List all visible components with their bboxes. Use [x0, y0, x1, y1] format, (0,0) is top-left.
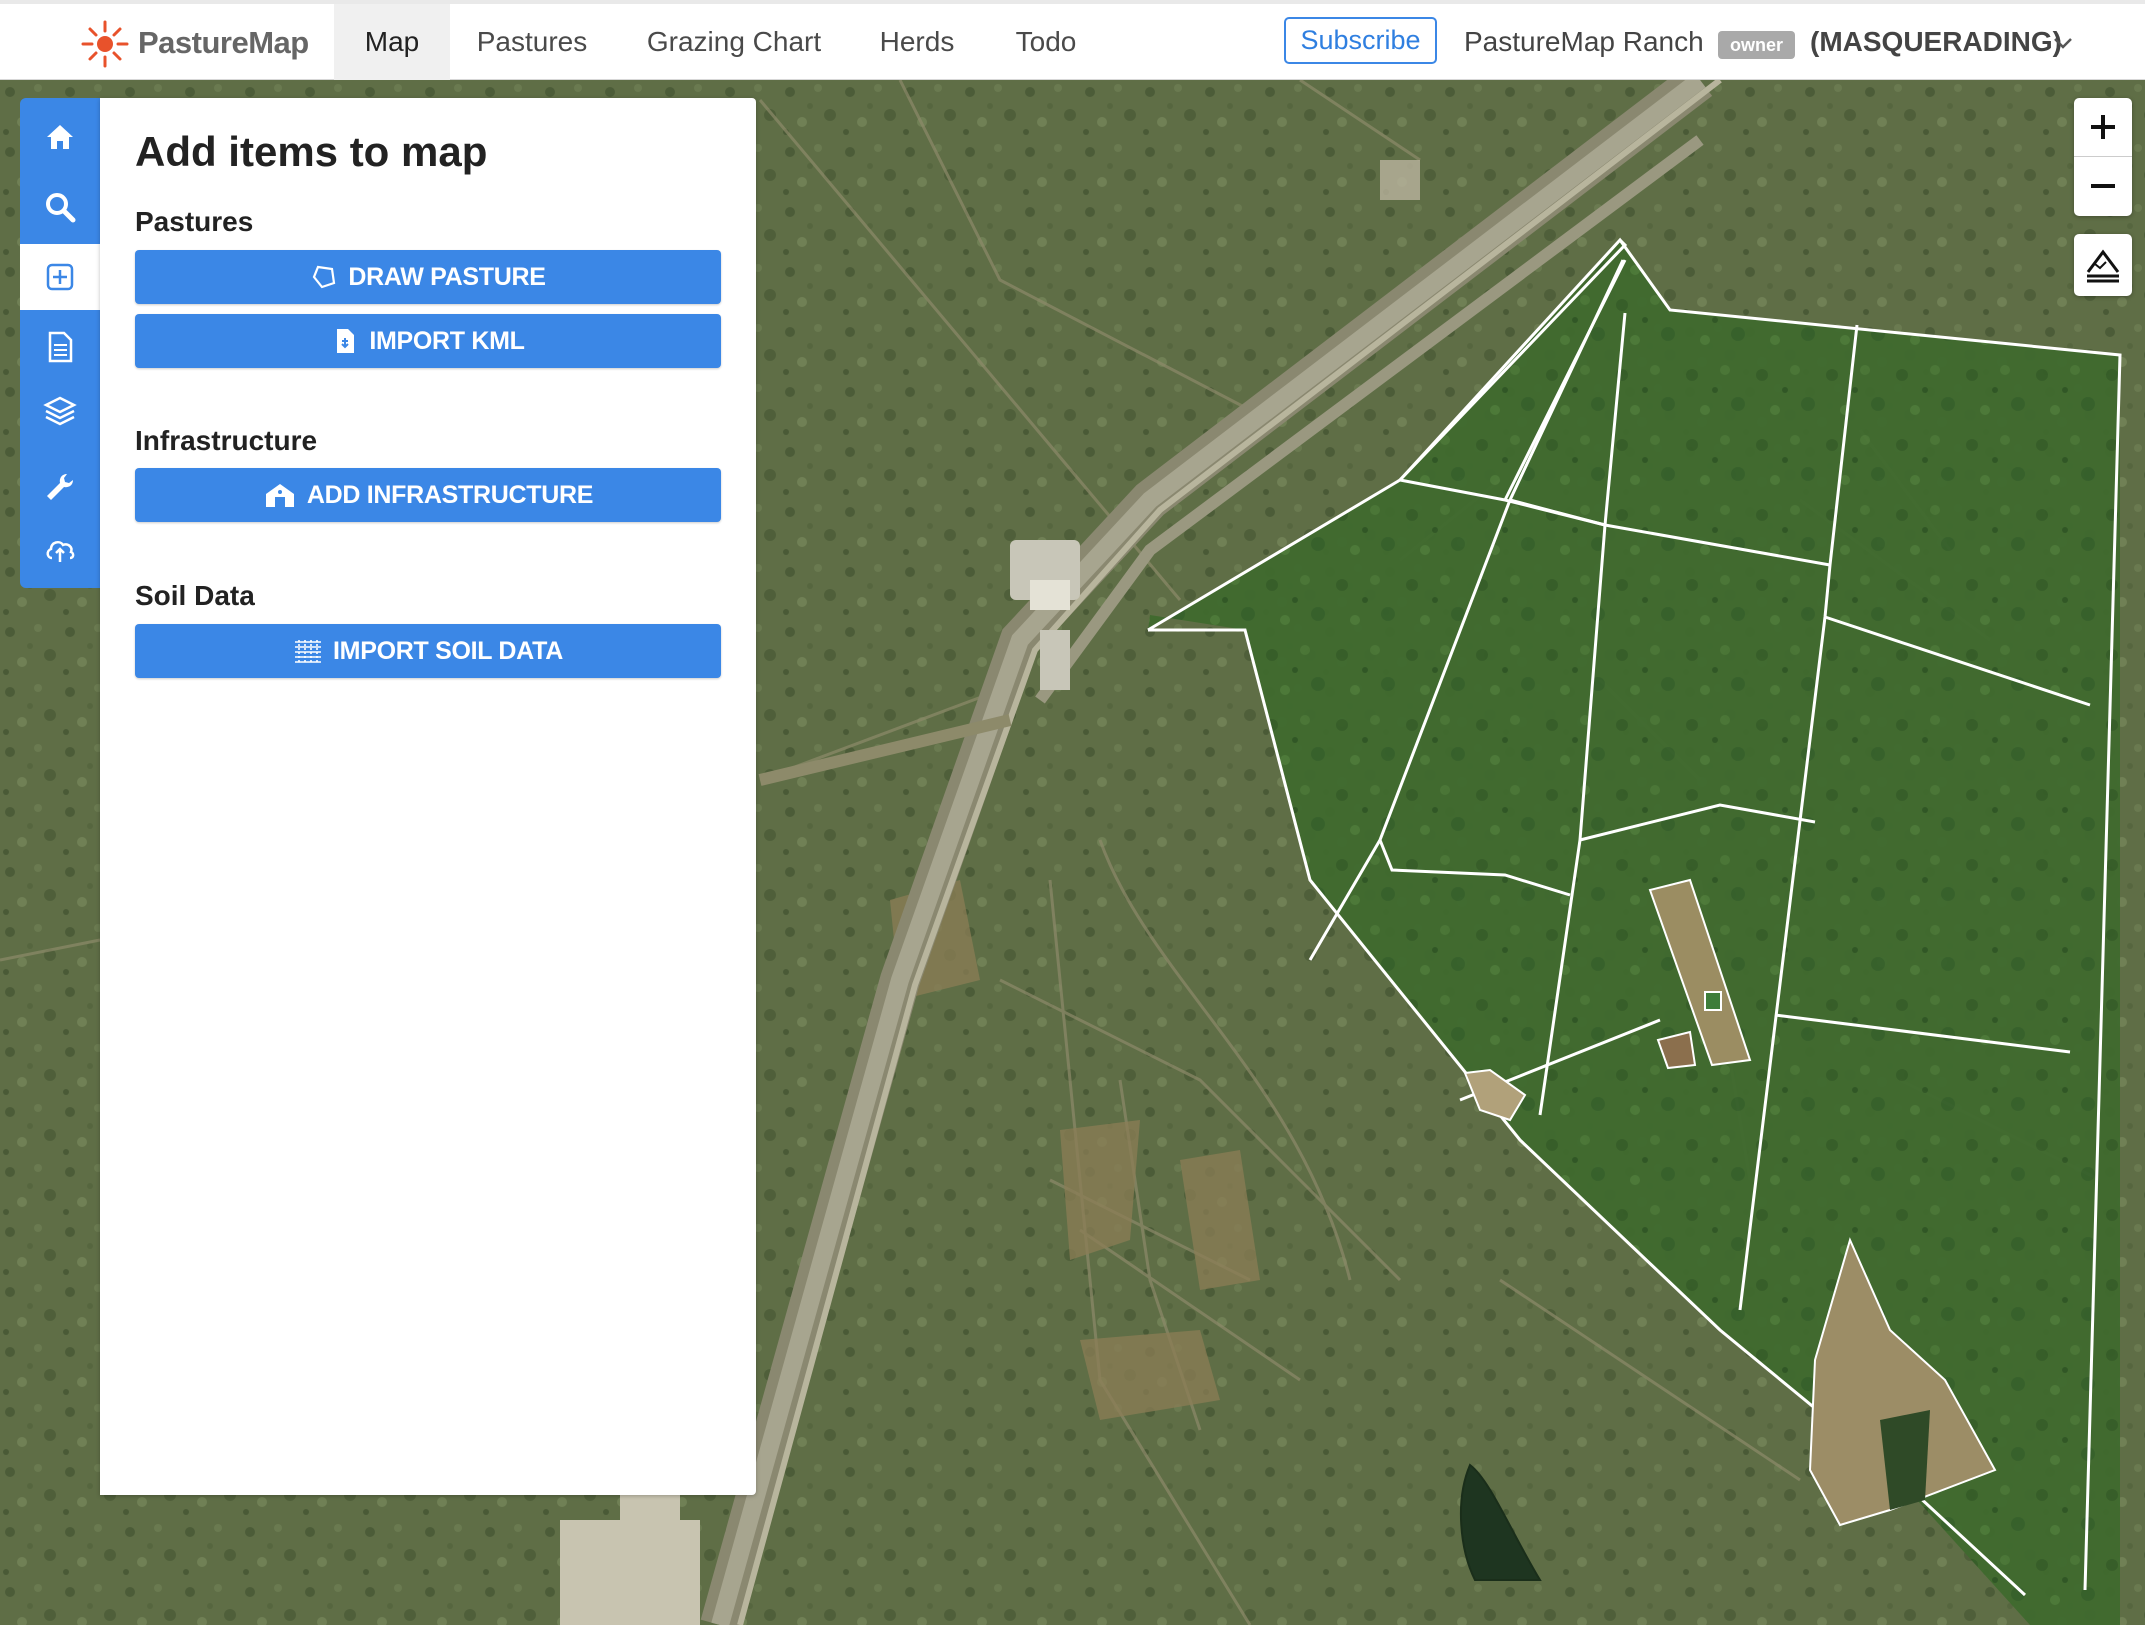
barn-icon [265, 484, 294, 507]
brand-name: PastureMap [138, 25, 309, 60]
search-icon [46, 193, 76, 223]
ranch-name[interactable]: PastureMap Ranch [1464, 4, 1704, 80]
document-icon [48, 331, 73, 363]
role-badge: owner [1718, 31, 1796, 59]
soil-data-heading: Soil Data [135, 580, 255, 611]
import-kml-button[interactable]: IMPORT KML [135, 314, 721, 368]
pastures-heading: Pastures [135, 206, 254, 237]
map-layer-toggle-button[interactable] [2074, 234, 2132, 296]
panel-title: Add items to map [135, 128, 488, 175]
tab-herds[interactable]: Herds [862, 4, 972, 80]
tab-todo[interactable]: Todo [998, 4, 1094, 80]
tool-rail [20, 98, 100, 588]
plus-icon [2091, 115, 2115, 139]
soil-grid-icon [295, 640, 322, 664]
masquerade-label[interactable]: (MASQUERADING) [1810, 4, 2062, 80]
terrain-icon [2086, 249, 2120, 283]
import-soil-data-button[interactable]: IMPORT SOIL DATA [135, 624, 721, 678]
tab-pastures[interactable]: Pastures [460, 4, 604, 80]
brand-logo[interactable]: PastureMap [78, 18, 309, 68]
top-navbar: PastureMap Map Pastures Grazing Chart He… [0, 0, 2145, 80]
pasturemap-sun-icon [81, 20, 129, 68]
zoom-control [2074, 98, 2132, 216]
draw-pasture-button[interactable]: DRAW PASTURE [135, 250, 721, 304]
rail-document-button[interactable] [20, 316, 100, 378]
tab-grazing-chart[interactable]: Grazing Chart [630, 4, 838, 80]
add-infrastructure-button[interactable]: ADD INFRASTRUCTURE [135, 468, 721, 522]
rail-layers-button[interactable] [20, 380, 100, 442]
tab-map[interactable]: Map [334, 4, 450, 80]
add-icon [46, 263, 74, 291]
minus-icon [2091, 184, 2115, 188]
file-import-icon [337, 329, 355, 353]
zoom-in-button[interactable] [2074, 98, 2132, 156]
rail-home-button[interactable] [20, 106, 100, 168]
layers-icon [43, 396, 77, 426]
infrastructure-heading: Infrastructure [135, 425, 318, 456]
subscribe-button[interactable]: Subscribe [1284, 17, 1437, 64]
zoom-out-button[interactable] [2074, 157, 2132, 215]
rail-cloud-button[interactable] [20, 518, 100, 580]
home-icon [47, 125, 73, 149]
rail-tools-button[interactable] [20, 456, 100, 518]
cloud-upload-icon [46, 540, 75, 562]
add-items-panel: Add items to map Pastures DRAW PASTURE I… [100, 98, 756, 1495]
rail-add-button[interactable] [20, 244, 100, 310]
polygon-draw-icon [313, 265, 336, 289]
rail-search-button[interactable] [20, 176, 100, 238]
chevron-down-icon[interactable] [2052, 36, 2074, 50]
wrench-icon [47, 474, 73, 500]
